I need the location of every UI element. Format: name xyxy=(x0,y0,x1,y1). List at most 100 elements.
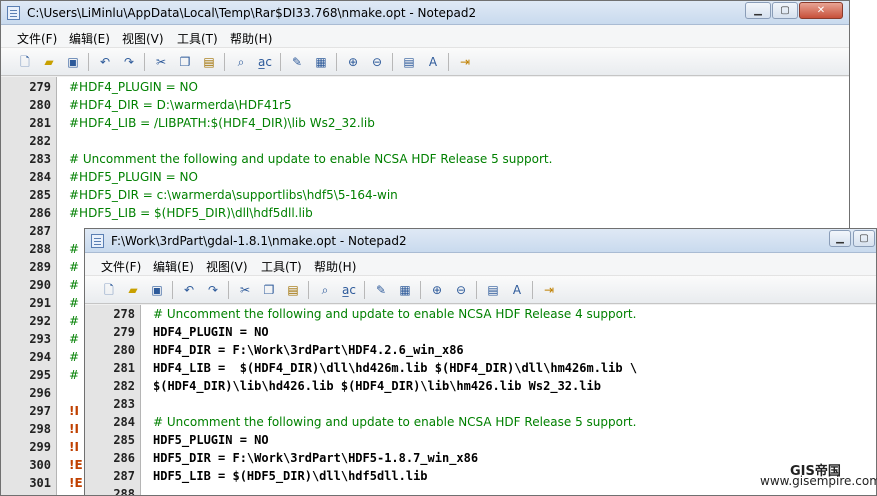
line-number: 279 xyxy=(113,325,135,339)
redo-icon[interactable]: ↷ xyxy=(205,282,221,298)
paste-icon[interactable]: ▤ xyxy=(285,282,301,298)
separator xyxy=(172,281,173,299)
wrap-icon[interactable]: ✎ xyxy=(289,54,305,70)
zoom-in-icon[interactable]: ⊕ xyxy=(345,54,361,70)
replace-icon[interactable]: a̲c xyxy=(341,282,357,298)
minimize-button[interactable]: ▁ xyxy=(829,230,851,247)
line-number: 281 xyxy=(29,116,51,130)
line-number: 291 xyxy=(29,296,51,310)
code-line: # Uncomment the following and update to … xyxy=(69,152,553,166)
line-number: 280 xyxy=(113,343,135,357)
separator xyxy=(308,281,309,299)
menu-tools[interactable]: 工具(T) xyxy=(177,30,218,47)
line-number: 283 xyxy=(29,152,51,166)
editor-area[interactable]: 278 279 280 281 282 283 284 285 286 287 288 # Unco… xyxy=(85,305,876,495)
code-line: HDF4_LIB = $(HDF4_DIR)\dll\hd426m.lib $(… xyxy=(153,361,638,375)
save-icon[interactable]: ▣ xyxy=(65,54,81,70)
undo-icon[interactable]: ↶ xyxy=(97,54,113,70)
line-numbers-icon[interactable]: ▦ xyxy=(397,282,413,298)
line-number: 286 xyxy=(29,206,51,220)
code-line: HDF5_DIR = F:\Work\3rdPart\HDF5-1.8.7_wi… xyxy=(153,451,479,465)
menu-view[interactable]: 视图(V) xyxy=(206,258,248,275)
new-file-icon[interactable]: 🗋 xyxy=(101,282,117,298)
undo-icon[interactable]: ↶ xyxy=(181,282,197,298)
menu-tools[interactable]: 工具(T) xyxy=(261,258,302,275)
exit-icon[interactable]: ⇥ xyxy=(541,282,557,298)
code-line: !E xyxy=(69,458,83,472)
find-icon[interactable]: ⌕ xyxy=(233,54,249,70)
code-line: $(HDF4_DIR)\lib\hd426.lib $(HDF4_DIR)\li… xyxy=(153,379,601,393)
redo-icon[interactable]: ↷ xyxy=(121,54,137,70)
code-line: #HDF5_LIB = $(HDF5_DIR)\dll\hdf5dll.lib xyxy=(69,206,313,220)
menu-file[interactable]: 文件(F) xyxy=(101,258,141,275)
separator xyxy=(476,281,477,299)
line-number: 301 xyxy=(29,476,51,490)
save-icon[interactable]: ▣ xyxy=(149,282,165,298)
font-icon[interactable]: A xyxy=(425,54,441,70)
code-line: # xyxy=(69,350,80,364)
wrap-icon[interactable]: ✎ xyxy=(373,282,389,298)
title-bar[interactable]: C:\Users\LiMinlu\AppData\Local\Temp\Rar$… xyxy=(1,1,849,25)
separator xyxy=(224,53,225,71)
line-number: 283 xyxy=(113,397,135,411)
cut-icon[interactable]: ✂ xyxy=(237,282,253,298)
exit-icon[interactable]: ⇥ xyxy=(457,54,473,70)
line-number: 298 xyxy=(29,422,51,436)
toolbar: 🗋 ▰ ▣ ↶ ↷ ✂ ❐ ▤ ⌕ a̲c ✎ ▦ ⊕ ⊖ ▤ A ⇥ xyxy=(1,48,849,76)
new-file-icon[interactable]: 🗋 xyxy=(17,54,33,70)
window-title: C:\Users\LiMinlu\AppData\Local\Temp\Rar$… xyxy=(27,6,477,20)
menu-file[interactable]: 文件(F) xyxy=(17,30,57,47)
separator xyxy=(88,53,89,71)
find-icon[interactable]: ⌕ xyxy=(317,282,333,298)
open-folder-icon[interactable]: ▰ xyxy=(125,282,141,298)
line-number: 292 xyxy=(29,314,51,328)
line-number: 279 xyxy=(29,80,51,94)
separator xyxy=(144,53,145,71)
maximize-button[interactable]: ▢ xyxy=(853,230,875,247)
line-number: 284 xyxy=(113,415,135,429)
code-line: HDF4_DIR = F:\Work\3rdPart\HDF4.2.6_win_… xyxy=(153,343,464,357)
scheme-icon[interactable]: ▤ xyxy=(485,282,501,298)
zoom-out-icon[interactable]: ⊖ xyxy=(453,282,469,298)
menu-edit[interactable]: 编辑(E) xyxy=(153,258,194,275)
replace-icon[interactable]: a̲c xyxy=(257,54,273,70)
code-line: # xyxy=(69,260,80,274)
copy-icon[interactable]: ❐ xyxy=(261,282,277,298)
open-folder-icon[interactable]: ▰ xyxy=(41,54,57,70)
line-number-gutter: 278 279 280 281 282 283 284 285 286 287 288 xyxy=(85,305,141,495)
close-button[interactable]: ✕ xyxy=(799,2,843,19)
watermark-brand: GIS帝国 xyxy=(790,464,841,479)
code-line: # xyxy=(69,332,80,346)
code-line: #HDF4_PLUGIN = NO xyxy=(69,80,198,94)
maximize-button[interactable]: ▢ xyxy=(772,2,798,19)
cut-icon[interactable]: ✂ xyxy=(153,54,169,70)
zoom-in-icon[interactable]: ⊕ xyxy=(429,282,445,298)
line-number: 293 xyxy=(29,332,51,346)
menu-edit[interactable]: 编辑(E) xyxy=(69,30,110,47)
minimize-button[interactable]: ▁ xyxy=(745,2,771,19)
copy-icon[interactable]: ❐ xyxy=(177,54,193,70)
notepad-app-icon xyxy=(91,234,104,248)
separator xyxy=(392,53,393,71)
code-line: # Uncomment the following and update to … xyxy=(153,307,637,321)
toolbar: 🗋 ▰ ▣ ↶ ↷ ✂ ❐ ▤ ⌕ a̲c ✎ ▦ ⊕ ⊖ ▤ A ⇥ xyxy=(85,276,876,304)
menu-help[interactable]: 帮助(H) xyxy=(314,258,356,275)
code-line: #HDF4_LIB = /LIBPATH:$(HDF4_DIR)\lib Ws2… xyxy=(69,116,375,130)
line-number: 288 xyxy=(113,487,135,496)
paste-icon[interactable]: ▤ xyxy=(201,54,217,70)
code-line: # xyxy=(69,314,80,328)
line-number: 289 xyxy=(29,260,51,274)
title-bar[interactable]: F:\Work\3rdPart\gdal-1.8.1\nmake.opt - N… xyxy=(85,229,876,253)
notepad-app-icon xyxy=(7,6,20,20)
code-line: HDF4_PLUGIN = NO xyxy=(153,325,269,339)
line-numbers-icon[interactable]: ▦ xyxy=(313,54,329,70)
menu-help[interactable]: 帮助(H) xyxy=(230,30,272,47)
zoom-out-icon[interactable]: ⊖ xyxy=(369,54,385,70)
menu-view[interactable]: 视图(V) xyxy=(122,30,164,47)
line-number-gutter: 279 280 281 282 283 284 285 286 287 288 289 290 291 2… xyxy=(1,77,57,495)
code-line: HDF5_PLUGIN = NO xyxy=(153,433,269,447)
code-line: # xyxy=(69,278,80,292)
line-number: 280 xyxy=(29,98,51,112)
scheme-icon[interactable]: ▤ xyxy=(401,54,417,70)
font-icon[interactable]: A xyxy=(509,282,525,298)
